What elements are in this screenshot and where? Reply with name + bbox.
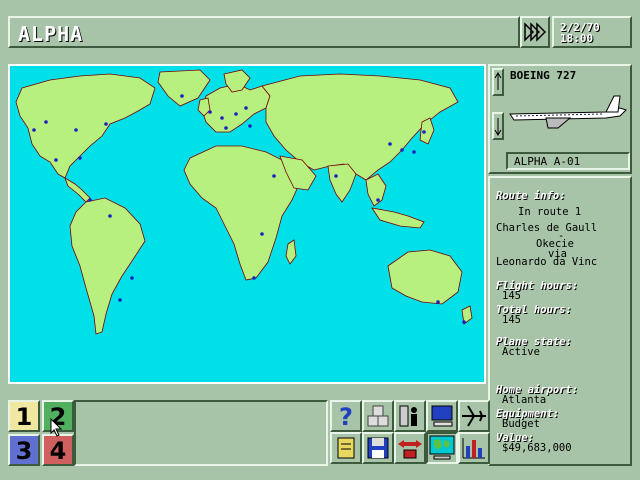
plane-model: BOEING 727	[510, 69, 577, 82]
route-arrows-icon	[398, 440, 422, 459]
boeing-727-icon	[509, 95, 627, 129]
status-strip	[74, 400, 328, 466]
airport-marker	[260, 232, 264, 236]
world-map-button[interactable]	[426, 432, 458, 464]
airport-marker	[88, 198, 92, 202]
route-via: Leonardo da Vinc	[496, 256, 598, 268]
airport-marker	[224, 126, 228, 130]
player-slot-4[interactable]: 4	[42, 434, 74, 466]
plane-panel: BOEING 727 ALPHA A-01	[488, 64, 632, 174]
help-button[interactable]: ?	[330, 400, 362, 432]
documents-button[interactable]	[330, 432, 362, 464]
route-info-panel: Route info: In route 1 Charles de Gaull …	[488, 176, 632, 466]
airport-marker	[104, 122, 108, 126]
route-origin: Charles de Gaull	[496, 222, 598, 234]
fast-forward-button[interactable]	[520, 16, 550, 48]
flight-hours-value: 145	[502, 290, 521, 302]
computer-icon	[431, 405, 453, 427]
player-slot-1[interactable]: 1	[8, 400, 40, 432]
airport-marker	[244, 106, 248, 110]
crates-icon	[367, 405, 389, 427]
globe-icon	[429, 435, 455, 460]
equipment-value: Budget	[502, 418, 540, 430]
airport-marker	[208, 110, 212, 114]
airport-marker	[422, 130, 426, 134]
route-info-label: Route info:	[496, 190, 566, 202]
airport-marker	[412, 150, 416, 154]
mouse-cursor-icon	[50, 418, 63, 437]
airport-marker	[74, 128, 78, 132]
save-button[interactable]	[362, 432, 394, 464]
title-bar: ALPHA	[8, 16, 520, 48]
airport-marker	[32, 128, 36, 132]
office-icon	[399, 405, 417, 427]
fast-forward-icon	[524, 22, 547, 42]
help-icon: ?	[339, 403, 353, 431]
airport-marker	[248, 124, 252, 128]
plane-state-value: Active	[502, 346, 540, 358]
computer-button[interactable]	[426, 400, 458, 432]
airport-marker	[436, 300, 440, 304]
airport-marker	[118, 298, 122, 302]
save-disk-icon	[367, 437, 389, 459]
airport-marker	[400, 148, 404, 152]
player-slots: 1 2 3 4	[8, 400, 74, 466]
routes-button[interactable]	[394, 432, 426, 464]
airport-marker	[220, 116, 224, 120]
airport-marker	[252, 276, 256, 280]
document-icon	[337, 437, 355, 459]
airport-marker	[180, 94, 184, 98]
player-slot-3[interactable]: 3	[8, 434, 40, 466]
route-status: In route 1	[518, 206, 582, 218]
date-time-display: 2/2/70 18:00	[552, 16, 632, 48]
next-plane-button[interactable]	[492, 112, 504, 140]
total-hours-value: 145	[502, 314, 521, 326]
airport-marker	[54, 158, 58, 162]
office-button[interactable]	[394, 400, 426, 432]
airport-marker	[234, 112, 238, 116]
airport-marker	[44, 120, 48, 124]
plane-picture	[506, 84, 630, 136]
airport-marker	[78, 156, 82, 160]
airport-marker	[388, 142, 392, 146]
previous-plane-button[interactable]	[492, 68, 504, 96]
world-map[interactable]	[8, 64, 486, 384]
company-title: ALPHA	[18, 22, 84, 46]
plane-button[interactable]	[458, 400, 490, 432]
airport-marker	[272, 174, 276, 178]
plane-id: ALPHA A-01	[514, 155, 581, 168]
arrow-up-icon	[494, 72, 502, 90]
airport-marker	[130, 276, 134, 280]
plane-id-box: ALPHA A-01	[506, 152, 630, 170]
arrow-down-icon	[494, 118, 502, 136]
value-amount: $49,683,000	[502, 442, 572, 454]
airport-marker	[108, 214, 112, 218]
home-airport-value: Atlanta	[502, 394, 547, 406]
cargo-button[interactable]	[362, 400, 394, 432]
time-text: 18:00	[560, 32, 594, 45]
svg-text:?: ?	[339, 403, 353, 430]
airport-marker	[462, 320, 466, 324]
plane-icon	[462, 405, 486, 427]
statistics-button[interactable]	[458, 432, 490, 464]
airport-marker	[376, 198, 380, 202]
airport-marker	[334, 174, 338, 178]
bar-chart-icon	[462, 438, 485, 459]
